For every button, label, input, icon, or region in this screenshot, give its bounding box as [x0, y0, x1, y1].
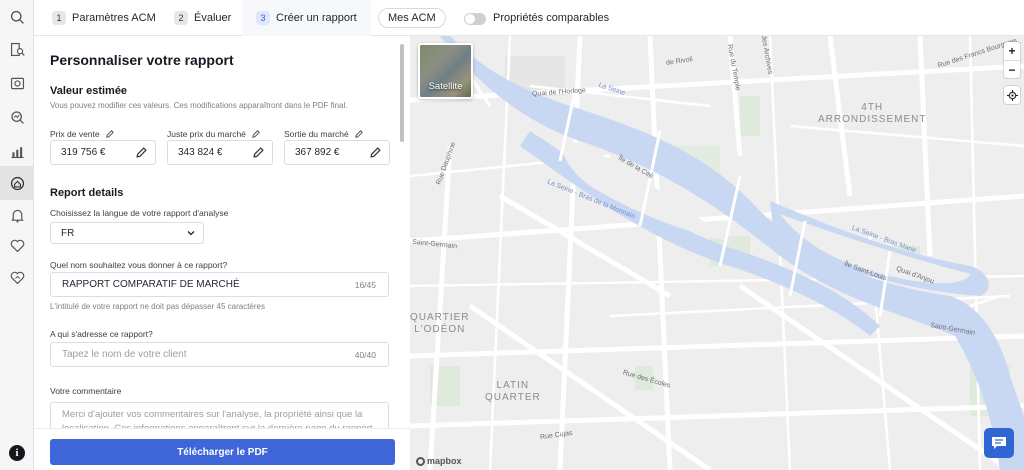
sale-price-field[interactable]: 319 756 €	[50, 140, 156, 165]
sale-price-label-text: Prix de vente	[50, 129, 100, 139]
comparable-properties-label: Propriétés comparables	[493, 12, 610, 24]
my-acm-button[interactable]: Mes ACM	[378, 8, 446, 28]
estimate-heading: Valeur estimée	[50, 85, 128, 97]
report-name-input[interactable]: RAPPORT COMPARATIF DE MARCHÉ 16/45	[50, 272, 389, 297]
step-number: 1	[52, 11, 66, 25]
satellite-toggle[interactable]: Satellite	[418, 43, 473, 99]
report-name-value: RAPPORT COMPARATIF DE MARCHÉ	[62, 279, 240, 290]
mapbox-logo[interactable]: mapbox	[416, 456, 462, 466]
map-label-4th-arrondissement: 4TH ARRONDISSEMENT	[818, 102, 926, 126]
acm-report-icon[interactable]	[0, 166, 34, 200]
sale-price-value: 319 756 €	[61, 147, 106, 158]
info-icon[interactable]: i	[9, 445, 25, 461]
chevron-down-icon	[187, 231, 195, 236]
pencil-icon[interactable]	[136, 147, 147, 158]
search-icon[interactable]	[0, 0, 34, 34]
step-evaluer[interactable]: 2 Évaluer	[174, 0, 231, 36]
map-label-text: LATIN QUARTER	[485, 380, 541, 403]
report-name-label: Quel nom souhaitez vous donner à ce rapp…	[50, 260, 228, 270]
satellite-label: Satellite	[428, 81, 463, 92]
recipient-placeholder: Tapez le nom de votre client	[62, 349, 187, 360]
step-label: Paramètres ACM	[72, 12, 156, 24]
fair-price-label: Juste prix du marché	[167, 129, 260, 139]
bar-chart-icon[interactable]	[0, 134, 34, 168]
wizard-steps-bar: 1 Paramètres ACM 2 Évaluer 3 Créer un ra…	[34, 0, 1024, 36]
analysis-icon[interactable]	[0, 100, 34, 134]
language-label: Choisissez la langue de votre rapport d'…	[50, 208, 229, 218]
comparable-properties-toggle[interactable]	[464, 13, 486, 25]
zoom-out-button[interactable]: −	[1004, 60, 1020, 78]
left-nav-rail: i	[0, 0, 34, 470]
pencil-icon[interactable]	[354, 130, 363, 138]
crosshair-icon	[1006, 89, 1018, 101]
report-details-heading: Report details	[50, 187, 124, 199]
step-number: 2	[174, 11, 188, 25]
locate-button[interactable]	[1004, 86, 1020, 104]
step-parametres-acm[interactable]: 1 Paramètres ACM	[52, 0, 156, 36]
pencil-icon[interactable]	[105, 130, 114, 138]
map-view[interactable]: 4TH ARRONDISSEMENT QUARTIER L'ODÉON LATI…	[410, 36, 1024, 470]
recipient-counter: 40/40	[354, 349, 376, 360]
pencil-icon[interactable]	[252, 130, 260, 138]
step-label: Créer un rapport	[276, 12, 357, 24]
map-base	[410, 36, 1024, 470]
zoom-controls: + −	[1004, 42, 1020, 78]
map-label-text: 4TH ARRONDISSEMENT	[818, 102, 927, 125]
report-name-hint: L'intitulé de votre rapport ne doit pas …	[50, 302, 265, 311]
sale-price-label: Prix de vente	[50, 129, 114, 139]
report-settings-panel: Personnaliser votre rapport Valeur estim…	[34, 36, 410, 470]
exit-price-label: Sortie du marché	[284, 129, 363, 139]
app-window: i 1 Paramètres ACM 2 Évaluer 3 Créer un …	[0, 0, 1024, 470]
panel-footer: Télécharger le PDF	[34, 428, 410, 470]
map-label-text: QUARTIER L'ODÉON	[410, 312, 470, 335]
step-number: 3	[256, 11, 270, 25]
fair-price-value: 343 824 €	[178, 147, 223, 158]
exit-price-field[interactable]: 367 892 €	[284, 140, 390, 165]
toggle-knob	[465, 14, 475, 24]
panel-title: Personnaliser votre rapport	[50, 52, 234, 68]
heart-icon[interactable]	[0, 228, 34, 262]
mapbox-logo-text: mapbox	[427, 456, 462, 466]
map-label-quartier-odeon: QUARTIER L'ODÉON	[410, 312, 470, 336]
bell-icon[interactable]	[0, 198, 34, 232]
map-label-latin-quarter: LATIN QUARTER	[485, 380, 541, 404]
fair-price-label-text: Juste prix du marché	[167, 129, 246, 139]
step-label: Évaluer	[194, 12, 232, 24]
recipient-input[interactable]: Tapez le nom de votre client 40/40	[50, 342, 389, 367]
chat-button[interactable]	[984, 428, 1014, 458]
property-search-icon[interactable]	[0, 32, 34, 66]
zoom-in-button[interactable]: +	[1004, 42, 1020, 60]
exit-price-value: 367 892 €	[295, 147, 340, 158]
mapbox-logo-icon	[416, 456, 425, 466]
step-creer-rapport[interactable]: 3 Créer un rapport	[242, 0, 371, 36]
report-name-counter: 16/45	[354, 279, 376, 290]
chat-icon	[992, 437, 1006, 449]
exit-price-label-text: Sortie du marché	[284, 129, 349, 139]
download-pdf-button[interactable]: Télécharger le PDF	[50, 439, 395, 465]
comment-label: Votre commentaire	[50, 386, 122, 396]
pencil-icon[interactable]	[370, 147, 381, 158]
panel-scrollbar[interactable]	[400, 44, 404, 142]
estimate-hint: Vous pouvez modifier ces valeurs. Ces mo…	[50, 101, 348, 110]
language-value: FR	[61, 227, 75, 239]
fair-price-field[interactable]: 343 824 €	[167, 140, 273, 165]
language-select[interactable]: FR	[50, 222, 204, 244]
recipient-label: A qui s'adresse ce rapport?	[50, 329, 153, 339]
favorite-properties-icon[interactable]	[0, 260, 34, 294]
valuation-icon[interactable]	[0, 66, 34, 100]
pencil-icon[interactable]	[253, 147, 264, 158]
